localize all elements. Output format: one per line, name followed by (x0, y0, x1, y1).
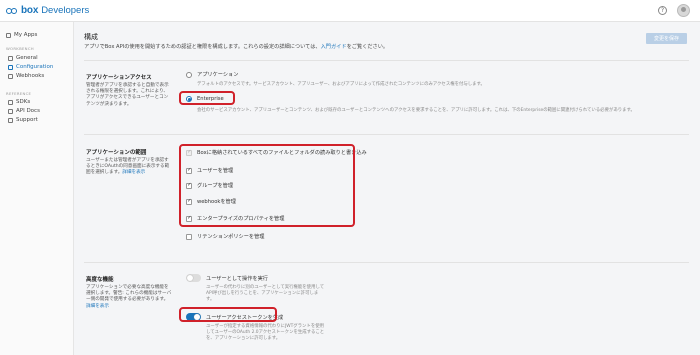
sidebar-item-sdks[interactable]: SDKs (8, 99, 30, 105)
box-logo-icon (6, 6, 18, 15)
divider (84, 60, 689, 61)
advanced-features-description: アプリケーションで必要な高度な機能を選択します。警告: これらの機能はサーバー側… (86, 285, 172, 310)
option-description: 会社のサービスアカウント、アプリユーザーとコンテンツ、および既存のユーザーとコン… (197, 108, 635, 113)
scope-label: リテンションポリシーを管理 (197, 234, 265, 240)
sidebar-item-api-docs[interactable]: API Docs (8, 108, 40, 114)
sliders-icon (8, 64, 13, 70)
page-description-suffix: をご覧ください。 (346, 44, 389, 50)
scope-manage-retention[interactable]: リテンションポリシーを管理 (186, 233, 264, 240)
page-description-text: アプリでBox APIの使用を開始するための認証と権限を構成します。これらの設定… (84, 44, 321, 50)
feature-description: ユーザーの代わりに別のユーザーとして実行権能を使用してAPI呼び出しを行うことを… (206, 285, 325, 302)
application-access-title: アプリケーションアクセス (86, 75, 152, 81)
divider (84, 262, 689, 263)
highlight-box (179, 144, 355, 227)
checkbox-manage-retention[interactable] (186, 233, 192, 240)
getting-started-link[interactable]: 入門ガイド (321, 44, 347, 50)
scopes-details-link[interactable]: 詳細を表示 (122, 170, 145, 175)
application-scopes-title: アプリケーションの範囲 (86, 150, 147, 156)
code-icon (8, 99, 13, 105)
apps-icon (6, 32, 11, 38)
user-avatar[interactable] (677, 4, 690, 17)
application-access-description: 管理者がアプリを承認すると自動で表示される権限を選択します。これにより、アプリが… (86, 83, 169, 107)
sidebar-heading-reference: REFERENCE (6, 91, 32, 96)
advanced-description-text: アプリケーションで必要な高度な機能を選択します。警告: これらの機能はサーバー側… (86, 285, 172, 303)
sidebar-item-general[interactable]: General (8, 55, 38, 61)
feature-label: ユーザーとして操作を実行 (206, 275, 268, 282)
sidebar-item-my-apps[interactable]: My Apps (6, 32, 37, 38)
option-label: アプリケーション (197, 72, 239, 78)
radio-application[interactable] (186, 71, 192, 78)
sidebar-item-label: My Apps (14, 32, 38, 38)
logo-brand: box (21, 5, 39, 16)
highlight-box (179, 91, 235, 105)
help-icon[interactable]: ? (658, 6, 667, 15)
page-title: 構成 (84, 33, 98, 41)
option-description: デフォルトのアクセスです。サービスアカウント、アプリユーザー、およびアプリによっ… (197, 82, 485, 87)
webhook-icon (8, 73, 13, 79)
sidebar-item-label: Support (16, 117, 38, 123)
feature-perform-as-user[interactable]: ユーザーとして操作を実行 (186, 274, 268, 282)
sidebar-item-label: General (16, 55, 38, 61)
logo-name: Developers (41, 5, 90, 16)
save-changes-button[interactable]: 変更を保存 (646, 33, 687, 44)
sidebar-item-configuration[interactable]: Configuration (8, 64, 53, 70)
toggle-perform-as-user[interactable] (186, 274, 201, 282)
sidebar-item-label: Webhooks (16, 73, 45, 79)
access-option-application[interactable]: アプリケーション (186, 71, 238, 78)
box-developers-logo[interactable]: box Developers (6, 3, 89, 18)
main-content: 構成 アプリでBox APIの使用を開始するための認証と権限を構成します。これら… (74, 22, 700, 355)
divider (84, 134, 689, 135)
sidebar-item-webhooks[interactable]: Webhooks (8, 73, 44, 79)
feature-description: ユーザーが指定する資格情報の代わりにJWTグラントを使用してユーザーのOAuth… (206, 324, 325, 341)
application-scopes-description: ユーザーまたは管理者がアプリを承認するときにOAuthの同意画面に表示する範囲を… (86, 158, 172, 177)
sidebar-item-label: Configuration (16, 64, 54, 70)
page-description: アプリでBox APIの使用を開始するための認証と権限を構成します。これらの設定… (84, 43, 388, 50)
sidebar-item-label: SDKs (16, 99, 31, 105)
advanced-features-title: 高度な機能 (86, 277, 114, 283)
top-bar: box Developers ? (0, 0, 700, 22)
highlight-box (179, 307, 277, 322)
gear-icon (8, 55, 13, 61)
support-icon (8, 117, 13, 123)
document-icon (8, 108, 13, 114)
advanced-details-link[interactable]: 詳細を表示 (86, 304, 109, 309)
sidebar-item-label: API Docs (16, 108, 40, 114)
sidebar-heading-workbench: WORKBENCH (6, 46, 34, 51)
sidebar-item-support[interactable]: Support (8, 117, 38, 123)
sidebar: My Apps WORKBENCH General Configuration … (0, 22, 74, 355)
